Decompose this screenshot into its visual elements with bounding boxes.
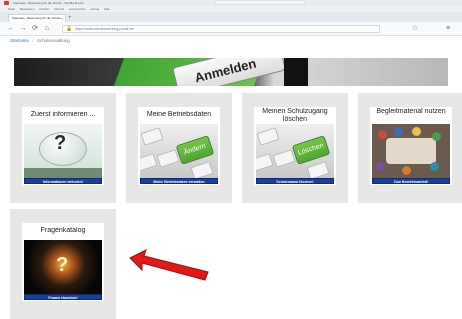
question-mark-icon: ? (56, 254, 69, 276)
card-inner: Fragenkatalog ? Fragen eingeben! (22, 223, 104, 301)
card-begleitmaterial: Begleitmaterial nutzen Zum Begleitmateri… (358, 93, 462, 203)
window-title: Startseite - Bewertung für die Schule - … (13, 1, 84, 5)
hero-banner: Anmelden (14, 58, 448, 86)
breadcrumb-separator: / (32, 38, 34, 43)
breadcrumb-home-link[interactable]: Startseite (10, 38, 29, 43)
question-mark-icon: ? (54, 132, 67, 154)
fragen-button[interactable]: Fragen eingeben! (24, 294, 102, 300)
card-title: Begleitmaterial nutzen (376, 108, 446, 115)
titlebar-search-field[interactable] (215, 0, 305, 5)
keyboard-key (256, 127, 280, 146)
keyboard-image[interactable]: Löschen (256, 124, 334, 178)
keyboard-key (256, 153, 274, 172)
begleitmaterial-button[interactable]: Zum Begleitmaterial! (372, 178, 450, 184)
person-icon (376, 162, 385, 171)
forward-icon[interactable]: → (18, 24, 28, 34)
card-title: Fragenkatalog (40, 227, 86, 234)
menu-item[interactable]: Lesezeichen (69, 7, 86, 11)
person-icon (394, 127, 403, 136)
menu-item[interactable]: Hilfe (104, 7, 110, 11)
card-betriebsdaten: Meine Betriebsdaten Ändern Meine Betrieb… (126, 93, 232, 203)
schulzugang-button[interactable]: Schulzugang löschen! (256, 178, 334, 184)
navigation-bar: ← → ⟳ ⌂ 🔒 https://www.schulbewertung-por… (0, 22, 462, 36)
menu-item[interactable]: Bearbeiten (20, 7, 35, 11)
tab-title: Startseite - Bewertung für die Schule (12, 16, 61, 20)
card-title: Meinen Schulzugang löschen (262, 108, 328, 123)
person-icon (378, 130, 387, 139)
card-title: Meine Betriebsdaten (146, 111, 212, 118)
keyboard-key (156, 149, 180, 168)
firefox-icon (4, 1, 9, 5)
betriebsdaten-button[interactable]: Meine Betriebsdaten verwalten (140, 178, 218, 184)
tab-close-icon[interactable]: × (61, 15, 63, 22)
person-icon (430, 162, 439, 171)
piggy-bank-image[interactable]: ? (24, 124, 102, 178)
informationen-button[interactable]: Informationen einholen! (24, 178, 102, 184)
light-bulb-image[interactable]: ? (24, 240, 102, 294)
aendern-key-icon: Ändern (175, 135, 215, 165)
bookmark-star-icon[interactable]: ☆ (412, 24, 418, 34)
card-inner: Meine Betriebsdaten Ändern Meine Betrieb… (138, 107, 220, 185)
card-inner: Zuerst informieren ... ? Informationen e… (22, 107, 104, 185)
keyboard-image[interactable]: Ändern (140, 124, 218, 178)
menu-item[interactable]: Datei (8, 7, 15, 11)
card-schulzugang: Meinen Schulzugang löschen Löschen Schul… (242, 93, 348, 203)
card-fragenkatalog: Fragenkatalog ? Fragen eingeben! (10, 209, 116, 319)
breadcrumb: Startseite / Schulverwaltung (10, 38, 70, 43)
hamburger-menu-icon[interactable]: ≡ (446, 24, 450, 34)
reload-icon[interactable]: ⟳ (30, 24, 40, 34)
menu-item[interactable]: Ansicht (39, 7, 49, 11)
keyboard-key (306, 161, 330, 178)
home-icon[interactable]: ⌂ (42, 24, 52, 34)
meeting-image[interactable] (372, 124, 450, 178)
browser-tab[interactable]: Startseite - Bewertung für die Schule × (8, 14, 66, 22)
person-icon (402, 166, 411, 175)
person-icon (432, 132, 441, 141)
menu-item[interactable]: Chronik (54, 7, 64, 11)
card-informieren: Zuerst informieren ... ? Informationen e… (10, 93, 116, 203)
tab-bar: Startseite - Bewertung für die Schule × … (0, 12, 462, 22)
new-tab-icon[interactable]: + (68, 14, 72, 22)
loeschen-key-icon: Löschen (291, 135, 331, 165)
hero-dark-key (284, 58, 308, 86)
keyboard-key (190, 161, 214, 178)
keyboard-key (140, 127, 164, 146)
menu-item[interactable]: Extras (91, 7, 100, 11)
breadcrumb-current: Schulverwaltung (36, 38, 70, 43)
lock-icon: 🔒 (66, 26, 73, 32)
card-title: Zuerst informieren ... (30, 111, 96, 118)
card-inner: Meinen Schulzugang löschen Löschen Schul… (254, 107, 336, 185)
meeting-table (386, 138, 436, 164)
url-text: https://www.schulbewertung-portal.de/ (75, 27, 135, 31)
person-icon (412, 127, 421, 136)
red-arrow-icon (129, 249, 209, 281)
keyboard-key (272, 149, 296, 168)
back-icon[interactable]: ← (6, 24, 16, 34)
keyboard-key (140, 153, 158, 172)
address-bar[interactable]: 🔒 https://www.schulbewertung-portal.de/ (62, 25, 380, 33)
piggy-ground (24, 168, 102, 178)
card-inner: Begleitmaterial nutzen Zum Begleitmateri… (370, 107, 452, 185)
